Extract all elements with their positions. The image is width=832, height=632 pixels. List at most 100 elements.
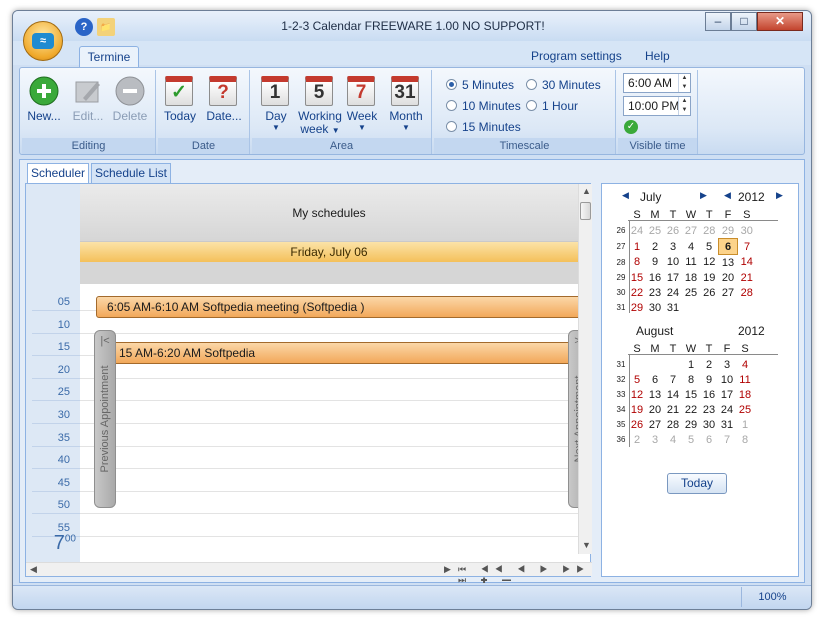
tab-schedule-list[interactable]: Schedule List	[91, 163, 171, 183]
calendar-day[interactable]: 8	[628, 255, 646, 271]
calendar-day[interactable]: 5	[628, 372, 646, 387]
prev-year-icon[interactable]: ◀	[724, 190, 731, 201]
scroll-right-icon[interactable]: ▶	[444, 564, 451, 575]
calendar-day[interactable]: 4	[664, 432, 682, 447]
calendar-day[interactable]: 11	[682, 255, 700, 271]
calendar-day[interactable]: 29	[719, 223, 738, 239]
edit-button[interactable]: Edit...	[68, 72, 108, 138]
application-orb-button[interactable]: ≈	[23, 21, 63, 61]
apply-check-icon[interactable]: ✓	[624, 120, 638, 134]
new-button[interactable]: New...	[24, 72, 64, 138]
radio-10-minutes[interactable]: 10 Minutes	[446, 99, 521, 113]
calendar-day[interactable]: 30	[700, 417, 718, 432]
month-name[interactable]: July	[640, 190, 661, 204]
calendar-day[interactable]: 19	[628, 402, 646, 417]
calendar-day[interactable]: 21	[738, 270, 757, 285]
calendar-day[interactable]: 10	[664, 255, 682, 271]
zoom-level[interactable]: 100%	[741, 587, 803, 607]
calendar-day[interactable]	[664, 357, 682, 372]
calendar-day[interactable]: 28	[664, 417, 682, 432]
date-picker-button[interactable]: ? Date...	[204, 72, 244, 138]
spinner-icon[interactable]: ▲ ▼	[678, 74, 690, 92]
year-value[interactable]: 2012	[738, 190, 765, 204]
calendar-day[interactable]: 3	[646, 432, 664, 447]
calendar-day[interactable]: 13	[646, 387, 664, 402]
month-view-button[interactable]: 31 Month ▼	[386, 72, 426, 138]
tab-scheduler[interactable]: Scheduler	[27, 163, 89, 183]
calendar-day[interactable]: 31	[718, 417, 736, 432]
calendar-day[interactable]: 4	[682, 239, 700, 255]
calendar-day[interactable]: 2	[628, 432, 646, 447]
appointment-softpedia-meeting[interactable]: 6:05 AM-6:10 AM Softpedia meeting (Softp…	[96, 296, 586, 318]
calendar-day[interactable]: 9	[700, 372, 718, 387]
calendar-day[interactable]: 22	[682, 402, 700, 417]
calendar-day[interactable]: 20	[646, 402, 664, 417]
maximize-button[interactable]: □	[731, 12, 757, 31]
calendar-day[interactable]: 28	[738, 285, 757, 300]
calendar-day[interactable]: 1	[628, 239, 646, 255]
calendar-day[interactable]: 14	[664, 387, 682, 402]
calendar-day[interactable]: 1	[736, 417, 754, 432]
calendar-day[interactable]: 24	[628, 223, 646, 239]
calendar-day[interactable]: 24	[664, 285, 682, 300]
today-button[interactable]: Today	[667, 473, 727, 494]
folder-icon[interactable]: 📁	[97, 18, 115, 36]
calendar-day[interactable]	[628, 357, 646, 372]
calendar-day[interactable]: 14	[738, 255, 757, 271]
calendar-day[interactable]	[719, 300, 738, 315]
radio-30-minutes[interactable]: 30 Minutes	[526, 78, 601, 92]
calendar-day[interactable]: 25	[682, 285, 700, 300]
calendar-day[interactable]: 27	[682, 223, 700, 239]
calendar-day[interactable]: 1	[682, 357, 700, 372]
calendar-day[interactable]: 25	[646, 223, 664, 239]
calendar-day[interactable]: 3	[718, 357, 736, 372]
calendar-day[interactable]: 6	[718, 238, 738, 255]
calendar-day[interactable]: 9	[646, 255, 664, 271]
next-year-icon[interactable]: ▶	[776, 190, 783, 201]
calendar-day[interactable]: 21	[664, 402, 682, 417]
radio-15-minutes[interactable]: 15 Minutes	[446, 120, 521, 134]
calendar-day[interactable]: 12	[628, 387, 646, 402]
calendar-day[interactable]: 6	[700, 432, 718, 447]
record-navigation-icons[interactable]: ⏮ ◀◀ ◀ ▶ ▶▶ ⏭ ✚ ━	[458, 564, 592, 586]
calendar-day[interactable]: 19	[700, 270, 719, 285]
week-view-button[interactable]: 7 Week ▼	[342, 72, 382, 138]
calendar-day[interactable]: 5	[700, 239, 719, 255]
calendar-day[interactable]: 25	[736, 402, 754, 417]
month-name[interactable]: August	[636, 324, 673, 338]
calendar-day[interactable]: 12	[700, 255, 719, 271]
calendar-day[interactable]: 20	[719, 270, 738, 285]
working-week-view-button[interactable]: 5 Working week ▼	[298, 72, 342, 138]
vertical-scrollbar[interactable]: ▲ ▼	[578, 184, 592, 554]
calendar-day[interactable]	[738, 300, 757, 315]
calendar-day[interactable]: 13	[719, 255, 738, 271]
today-ribbon-button[interactable]: ✓ Today	[160, 72, 200, 138]
calendar-day[interactable]: 16	[700, 387, 718, 402]
calendar-day[interactable]: 7	[738, 239, 757, 255]
calendar-day[interactable]	[700, 300, 719, 315]
help-icon[interactable]: ?	[75, 18, 93, 36]
delete-button[interactable]: Delete	[110, 72, 150, 138]
calendar-day[interactable]: 24	[718, 402, 736, 417]
calendar-day[interactable]: 4	[736, 357, 754, 372]
calendar-day[interactable]: 23	[700, 402, 718, 417]
visible-time-start-input[interactable]: 6:00 AM ▲ ▼	[623, 73, 691, 93]
calendar-day[interactable]: 3	[664, 239, 682, 255]
calendar-day[interactable]: 7	[664, 372, 682, 387]
calendar-day[interactable]: 29	[682, 417, 700, 432]
radio-5-minutes[interactable]: 5 Minutes	[446, 78, 514, 92]
minimize-button[interactable]: –	[705, 12, 731, 31]
calendar-day[interactable]: 8	[682, 372, 700, 387]
calendar-day[interactable]: 5	[682, 432, 700, 447]
calendar-day[interactable]: 6	[646, 372, 664, 387]
calendar-day[interactable]: 17	[664, 270, 682, 285]
appointment-softpedia[interactable]: 15 AM-6:20 AM Softpedia	[102, 342, 580, 364]
calendar-day[interactable]	[682, 300, 700, 315]
calendar-day[interactable]: 29	[628, 300, 646, 315]
calendar-day[interactable]: 27	[719, 285, 738, 300]
calendar-day[interactable]: 30	[646, 300, 664, 315]
next-month-icon[interactable]: ▶	[700, 190, 707, 201]
calendar-day[interactable]: 26	[700, 285, 719, 300]
spinner-icon[interactable]: ▲ ▼	[678, 97, 690, 115]
calendar-day[interactable]: 23	[646, 285, 664, 300]
